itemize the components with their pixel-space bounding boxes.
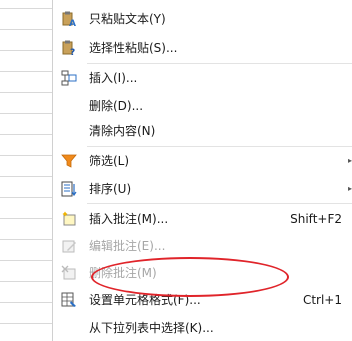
format-cells-icon <box>61 292 77 308</box>
menu-item-paste-special[interactable]: ? 选择性粘贴(S)... <box>53 36 352 60</box>
menu-item-pick-from-dropdown[interactable]: 从下拉列表中选择(K)... <box>53 316 352 340</box>
menu-item-label: 清除内容(N) <box>89 124 156 138</box>
menu-item-label: 插入(I)... <box>89 71 138 85</box>
menu-item-label: 删除(D)... <box>89 99 144 113</box>
menu-item-label: 只粘贴文本(Y) <box>89 12 166 26</box>
menu-item-label: 插入批注(M)... <box>89 212 169 226</box>
paste-special-icon: ? <box>61 40 77 58</box>
menu-item-label: 编辑批注(E)... <box>89 239 166 253</box>
delete-comment-icon <box>61 265 77 281</box>
shortcut-text: Ctrl+1 <box>302 293 342 307</box>
menu-separator <box>87 146 352 147</box>
menu-separator <box>87 63 352 64</box>
menu-item-paste-text-only[interactable]: A 只粘贴文本(Y) <box>53 7 352 31</box>
menu-item-clear-contents[interactable]: 清除内容(N) <box>53 119 352 143</box>
menu-item-delete-comment: 删除批注(M) <box>53 261 352 285</box>
filter-icon <box>61 153 77 169</box>
menu-item-label: 删除批注(M) <box>89 266 157 280</box>
menu-item-label: 筛选(L) <box>89 154 130 168</box>
sort-icon <box>61 181 77 197</box>
svg-text:A: A <box>69 19 76 27</box>
submenu-arrow-icon: ▸ <box>347 184 352 193</box>
menu-item-insert[interactable]: 插入(I)... <box>53 66 352 90</box>
menu-item-label: 从下拉列表中选择(K)... <box>89 321 214 335</box>
context-menu: A 只粘贴文本(Y) ? 选择性粘贴(S)... 插入(I)... 删除(D).… <box>53 0 352 341</box>
edit-comment-icon <box>61 238 77 254</box>
menu-item-format-cells[interactable]: 设置单元格格式(F)... Ctrl+1 <box>53 288 352 312</box>
menu-item-label: 排序(U) <box>89 182 132 196</box>
svg-text:?: ? <box>70 48 75 56</box>
submenu-arrow-icon: ▸ <box>347 156 352 165</box>
menu-item-sort[interactable]: 排序(U) ▸ <box>53 177 352 201</box>
menu-item-delete[interactable]: 删除(D)... <box>53 94 352 118</box>
menu-item-label: 设置单元格格式(F)... <box>89 293 201 307</box>
paste-text-icon: A <box>61 11 77 29</box>
insert-cells-icon <box>61 70 77 86</box>
spreadsheet-grid[interactable] <box>0 0 53 341</box>
menu-item-filter[interactable]: 筛选(L) ▸ <box>53 149 352 173</box>
menu-separator <box>87 203 352 204</box>
shortcut-text: Shift+F2 <box>290 212 342 226</box>
menu-item-insert-comment[interactable]: 插入批注(M)... Shift+F2 <box>53 207 352 231</box>
menu-item-edit-comment: 编辑批注(E)... <box>53 234 352 258</box>
insert-comment-icon <box>61 211 77 227</box>
menu-item-label: 选择性粘贴(S)... <box>89 41 178 55</box>
